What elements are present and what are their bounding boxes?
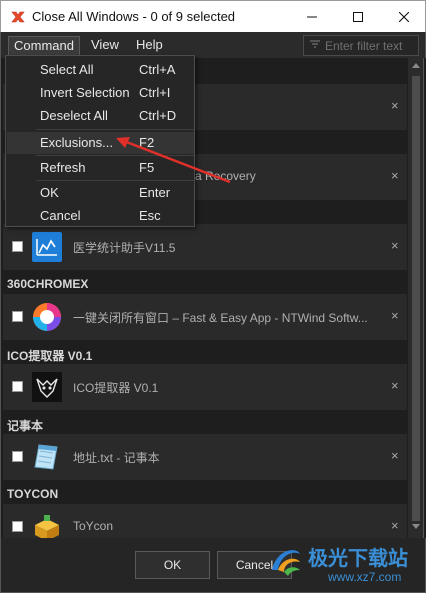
- ok-button[interactable]: OK: [135, 551, 210, 579]
- menu-item-deselect-all[interactable]: Deselect All Ctrl+D: [7, 105, 194, 127]
- menu-item-invert-selection[interactable]: Invert Selection Ctrl+I: [7, 82, 194, 104]
- menu-item-exclusions[interactable]: Exclusions... F2: [7, 132, 194, 154]
- menu-item-shortcut: Enter: [139, 185, 171, 200]
- chart-icon: [32, 232, 62, 262]
- watermark-name: 极光下载站: [308, 546, 408, 570]
- menu-item-shortcut: Ctrl+I: [139, 85, 171, 100]
- filter-icon: [310, 40, 320, 48]
- scroll-down-icon[interactable]: [412, 524, 420, 530]
- menu-item-label: Select All: [40, 62, 94, 77]
- list-item[interactable]: ToYcon ×: [3, 504, 407, 538]
- maximize-button[interactable]: [335, 1, 381, 33]
- menu-item-refresh[interactable]: Refresh F5: [7, 157, 194, 179]
- menu-item-cancel[interactable]: Cancel Esc: [7, 205, 194, 227]
- menu-item-select-all[interactable]: Select All Ctrl+A: [7, 59, 194, 81]
- aurora-logo-icon: [272, 550, 300, 576]
- menu-item-ok[interactable]: OK Enter: [7, 182, 194, 204]
- list-item[interactable]: 地址.txt - 记事本 ×: [3, 434, 407, 480]
- group-header: 记事本: [7, 419, 44, 433]
- title-bar: Close All Windows - 0 of 9 selected: [0, 0, 426, 32]
- group-header: 360CHROMEX: [7, 277, 89, 291]
- row-title: 一键关闭所有窗口 – Fast & Easy App - NTWind Soft…: [73, 311, 368, 325]
- row-title: ToYcon: [73, 519, 114, 533]
- close-row-icon[interactable]: ×: [391, 98, 399, 113]
- list-scrollbar[interactable]: [408, 58, 424, 538]
- extractor-icon: [32, 372, 62, 402]
- scrollbar-thumb[interactable]: [412, 76, 420, 521]
- menu-separator: [36, 180, 194, 181]
- colorful-ring-icon: [33, 303, 61, 331]
- scroll-up-icon[interactable]: [412, 62, 420, 68]
- close-all-windows-app-icon: [11, 11, 25, 23]
- close-icon: [399, 12, 409, 22]
- list-item[interactable]: 一键关闭所有窗口 – Fast & Easy App - NTWind Soft…: [3, 294, 407, 340]
- maximize-icon: [353, 12, 363, 22]
- menu-item-shortcut: F5: [139, 160, 155, 175]
- menu-separator: [36, 129, 194, 130]
- menu-item-shortcut: Ctrl+D: [139, 108, 177, 123]
- list-item[interactable]: ICO提取器 V0.1 ×: [3, 364, 407, 410]
- menu-view[interactable]: View: [86, 36, 124, 56]
- minimize-icon: [307, 16, 317, 18]
- menu-item-shortcut: Ctrl+A: [139, 62, 176, 77]
- toycon-icon: [35, 515, 59, 538]
- menu-item-label: Invert Selection: [40, 85, 130, 100]
- menu-item-shortcut: Esc: [139, 208, 161, 223]
- row-checkbox[interactable]: [12, 451, 23, 462]
- menu-item-label: Exclusions...: [40, 135, 113, 150]
- row-title: a Recovery: [195, 169, 256, 183]
- menu-item-label: Refresh: [40, 160, 86, 175]
- menu-command[interactable]: Command: [8, 36, 80, 56]
- row-title: 医学统计助手V11.5: [73, 241, 176, 255]
- row-checkbox[interactable]: [12, 381, 23, 392]
- menu-item-label: Deselect All: [40, 108, 108, 123]
- filter-placeholder: Enter filter text: [325, 39, 403, 53]
- command-menu: Select All Ctrl+A Invert Selection Ctrl+…: [5, 55, 195, 227]
- filter-input[interactable]: Enter filter text: [303, 35, 419, 56]
- row-checkbox[interactable]: [12, 521, 23, 532]
- notepad-icon: [34, 444, 58, 470]
- list-item[interactable]: 医学统计助手V11.5 ×: [3, 224, 407, 270]
- menu-item-shortcut: F2: [139, 135, 155, 150]
- close-row-icon[interactable]: ×: [391, 168, 399, 183]
- watermark-url: www.xz7.com: [328, 570, 402, 584]
- row-title: ICO提取器 V0.1: [73, 381, 159, 395]
- menu-help[interactable]: Help: [131, 36, 168, 56]
- window-title: Close All Windows - 0 of 9 selected: [32, 9, 236, 24]
- menu-separator: [36, 155, 194, 156]
- row-title: 地址.txt - 记事本: [73, 451, 160, 465]
- close-window-button[interactable]: [381, 1, 426, 33]
- group-header: ICO提取器 V0.1: [7, 349, 93, 363]
- close-row-icon[interactable]: ×: [391, 238, 399, 253]
- menu-item-label: OK: [40, 185, 59, 200]
- menu-item-label: Cancel: [40, 208, 81, 223]
- row-checkbox[interactable]: [12, 311, 23, 322]
- close-row-icon[interactable]: ×: [391, 378, 399, 393]
- close-row-icon[interactable]: ×: [391, 518, 399, 533]
- close-row-icon[interactable]: ×: [391, 448, 399, 463]
- minimize-button[interactable]: [289, 1, 335, 33]
- watermark: 极光下载站 www.xz7.com: [266, 538, 426, 593]
- row-checkbox[interactable]: [12, 241, 23, 252]
- group-header: TOYCON: [7, 487, 59, 501]
- close-row-icon[interactable]: ×: [391, 308, 399, 323]
